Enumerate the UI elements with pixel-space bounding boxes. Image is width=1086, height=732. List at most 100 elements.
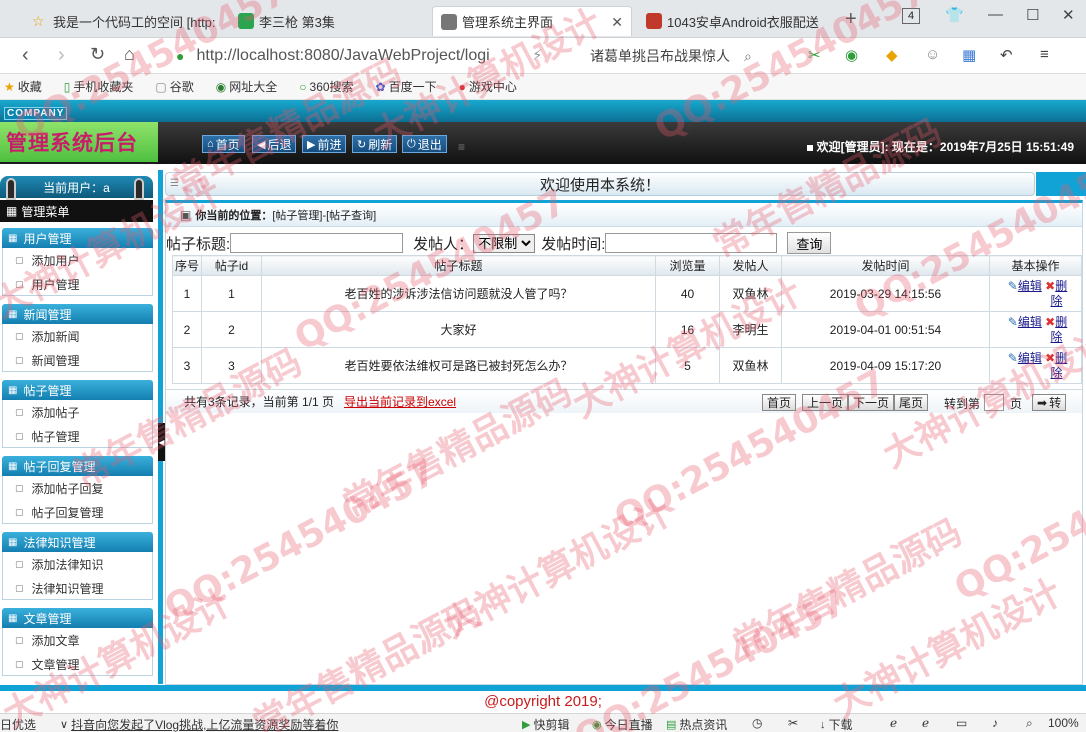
e-icon[interactable]: ℯ xyxy=(922,716,929,730)
sidebar-menu-item[interactable]: ▢ 新闻管理 xyxy=(3,348,152,372)
search-box[interactable]: 诸葛单挑吕布战果惊人 ⌕ xyxy=(590,43,780,69)
sidebar-menu-item[interactable]: ▢ 添加文章 xyxy=(3,628,152,652)
logout-button[interactable]: ⏻ 退出 xyxy=(402,135,447,153)
browser-tab-4[interactable]: 1043安卓Android衣服配送 xyxy=(638,6,838,36)
sidebar-menu-item[interactable]: ▢ 添加法律知识 xyxy=(3,552,152,576)
forward-button[interactable]: ▶ 前进 xyxy=(302,135,347,153)
menu-icon[interactable]: ≡ xyxy=(1040,46,1049,63)
status-clip[interactable]: ▶ 快剪辑 xyxy=(522,716,569,732)
shirt-icon[interactable]: 👕 xyxy=(945,6,964,24)
url-field[interactable]: ● http://localhost:8080/JavaWebProject/l… xyxy=(176,43,576,69)
status-download[interactable]: ↓ 下载 xyxy=(820,716,853,732)
minimize-icon[interactable]: — xyxy=(988,6,1003,23)
menu-group-header[interactable]: ▦ 帖子管理 xyxy=(2,380,153,400)
maximize-icon[interactable]: ☐ xyxy=(1026,6,1039,24)
first-page-button[interactable]: 首页 xyxy=(762,394,797,411)
last-page-button[interactable]: 尾页 xyxy=(894,394,929,411)
delete-link-cont[interactable]: 除 xyxy=(1050,330,1062,344)
poster-select[interactable]: 不限制 xyxy=(473,233,536,253)
scissors-icon[interactable]: ✂ xyxy=(808,46,821,64)
table-row: 2 2 大家好 16 李明生 2019-04-01 00:51:54 ✎编辑 ✖删除 xyxy=(172,311,1082,348)
new-tab-button[interactable]: + xyxy=(845,8,857,31)
delete-link-cont[interactable]: 除 xyxy=(1050,294,1062,308)
chat-icon[interactable]: ☺ xyxy=(925,46,940,63)
status-hot[interactable]: ▤ 热点资讯 xyxy=(666,716,727,732)
left-sidebar: 当前用户：a ▦ 管理菜单 ▦ 用户管理 ▢ 添加用户 ▢ 用户管理 ▦ 新闻管理 ▢ 添加新闻 ▢ 新… xyxy=(0,170,163,684)
sidebar-menu-item[interactable]: ▢ 添加帖子 xyxy=(3,400,152,424)
edit-link[interactable]: 编辑 xyxy=(1018,279,1042,293)
document-icon: ▢ xyxy=(15,278,24,289)
status-news[interactable]: ∨ 抖音向您发起了Vlog挑战,上亿流量资源奖励等着你 xyxy=(60,716,338,732)
tools-icon[interactable]: ✂ xyxy=(788,716,798,730)
collapse-arrow-icon[interactable]: ◀ xyxy=(158,423,165,461)
search-icon[interactable]: ⌕ xyxy=(744,48,752,65)
zoom-icon[interactable]: ⌕ xyxy=(1026,716,1033,731)
star-icon: ☆ xyxy=(32,13,45,29)
bookmark-games[interactable]: ● 游戏中心 xyxy=(459,78,517,95)
sidebar-menu-item[interactable]: ▢ 文章管理 xyxy=(3,652,152,676)
menu-group-header[interactable]: ▦ 文章管理 xyxy=(2,608,153,628)
home-button[interactable]: ⌂ 首页 xyxy=(202,135,245,153)
sidebar-menu-item[interactable]: ▢ 添加帖子回复 xyxy=(3,476,152,500)
query-button[interactable]: 查询 xyxy=(787,232,832,254)
edit-link[interactable]: 编辑 xyxy=(1018,315,1042,329)
apps-icon[interactable]: ▦ xyxy=(962,46,976,64)
browser-tab-1[interactable]: ☆ 我是一个代码工的空间 [http: xyxy=(24,6,224,36)
delete-link[interactable]: 删 xyxy=(1055,351,1067,365)
view-count: 16 xyxy=(655,311,720,348)
shield-plugin-icon[interactable]: ◆ xyxy=(886,46,898,64)
sidebar-menu-item[interactable]: ▢ 帖子管理 xyxy=(3,424,152,448)
sidebar-menu-item[interactable]: ▢ 添加新闻 xyxy=(3,324,152,348)
window-icon[interactable]: ▭ xyxy=(956,716,967,730)
post-time-input[interactable] xyxy=(605,233,778,253)
ie-icon[interactable]: ℯ xyxy=(890,716,897,730)
sidebar-menu-item[interactable]: ▢ 添加用户 xyxy=(3,248,152,272)
browser-tab-2[interactable]: 李三枪 第3集 xyxy=(230,6,420,36)
document-icon: ▢ xyxy=(15,506,24,517)
menu-group-header[interactable]: ▦ 用户管理 xyxy=(2,228,153,248)
menu-group-header[interactable]: ▦ 新闻管理 xyxy=(2,304,153,324)
delete-link[interactable]: 删 xyxy=(1055,279,1067,293)
close-tab-icon[interactable]: ✕ xyxy=(611,14,623,31)
sidebar-menu-item[interactable]: ▢ 用户管理 xyxy=(3,272,152,296)
bookmark-hao[interactable]: ◉ 网址大全 xyxy=(216,78,278,95)
back-button[interactable]: ◀ 后退 xyxy=(252,135,297,153)
reload-icon[interactable]: ↻ xyxy=(90,44,105,65)
tab-count-badge[interactable]: 4 xyxy=(902,8,920,24)
goto-page-input[interactable] xyxy=(984,394,1004,411)
go-button[interactable]: ➡ 转 xyxy=(1032,394,1067,411)
close-window-icon[interactable]: ✕ xyxy=(1062,6,1075,24)
sidebar-menu-item[interactable]: ▢ 法律知识管理 xyxy=(3,576,152,600)
edit-link[interactable]: 编辑 xyxy=(1018,351,1042,365)
refresh-button[interactable]: ↻ 刷新 xyxy=(352,135,398,153)
undo-icon[interactable]: ↶ xyxy=(1000,46,1013,64)
menu-group-header[interactable]: ▦ 帖子回复管理 xyxy=(2,456,153,476)
bookmark-favorites[interactable]: ★ 收藏 xyxy=(4,78,42,95)
home-icon[interactable]: ⌂ xyxy=(124,44,135,65)
back-icon[interactable]: ‹ xyxy=(22,44,29,67)
bookmark-baidu[interactable]: ✿ 百度一下 xyxy=(376,78,437,95)
column-header: 发帖时间 xyxy=(781,255,990,276)
status-live[interactable]: ◉ 今日直播 xyxy=(592,716,653,732)
speed-icon[interactable]: ◷ xyxy=(752,716,762,730)
sidebar-menu-item[interactable]: ▢ 帖子回复管理 xyxy=(3,500,152,524)
next-page-button[interactable]: 下一页 xyxy=(848,394,895,411)
bookmark-google[interactable]: ▢ 谷歌 xyxy=(155,78,193,95)
export-excel-link[interactable]: 导出当前记录到excel xyxy=(344,393,456,410)
delete-link-cont[interactable]: 除 xyxy=(1050,366,1062,380)
lightning-icon[interactable]: ⚡ xyxy=(532,46,543,64)
post-title-input[interactable] xyxy=(230,233,404,253)
bookmark-mobile[interactable]: ▯ 手机收藏夹 xyxy=(64,78,134,95)
zoom-level[interactable]: 100% xyxy=(1048,716,1079,730)
browser-tab-3-active[interactable]: 管理系统主界面 ✕ xyxy=(432,6,632,36)
bookmark-360[interactable]: ○ 360搜索 xyxy=(299,78,353,95)
prev-page-button[interactable]: 上一页 xyxy=(802,394,849,411)
forward-icon[interactable]: › xyxy=(58,44,65,67)
delete-link[interactable]: 删 xyxy=(1055,315,1067,329)
system-title: 管理系统后台 xyxy=(6,132,138,155)
menu-group-header[interactable]: ▦ 法律知识管理 xyxy=(2,532,153,552)
browser-tab-bar: ☆ 我是一个代码工的空间 [http: 李三枪 第3集 管理系统主界面 ✕ 10… xyxy=(0,0,1086,38)
status-left-text[interactable]: 日优选 xyxy=(0,716,36,732)
sound-icon[interactable]: ♪ xyxy=(992,716,998,730)
translate-icon[interactable]: ◉ xyxy=(845,46,858,64)
